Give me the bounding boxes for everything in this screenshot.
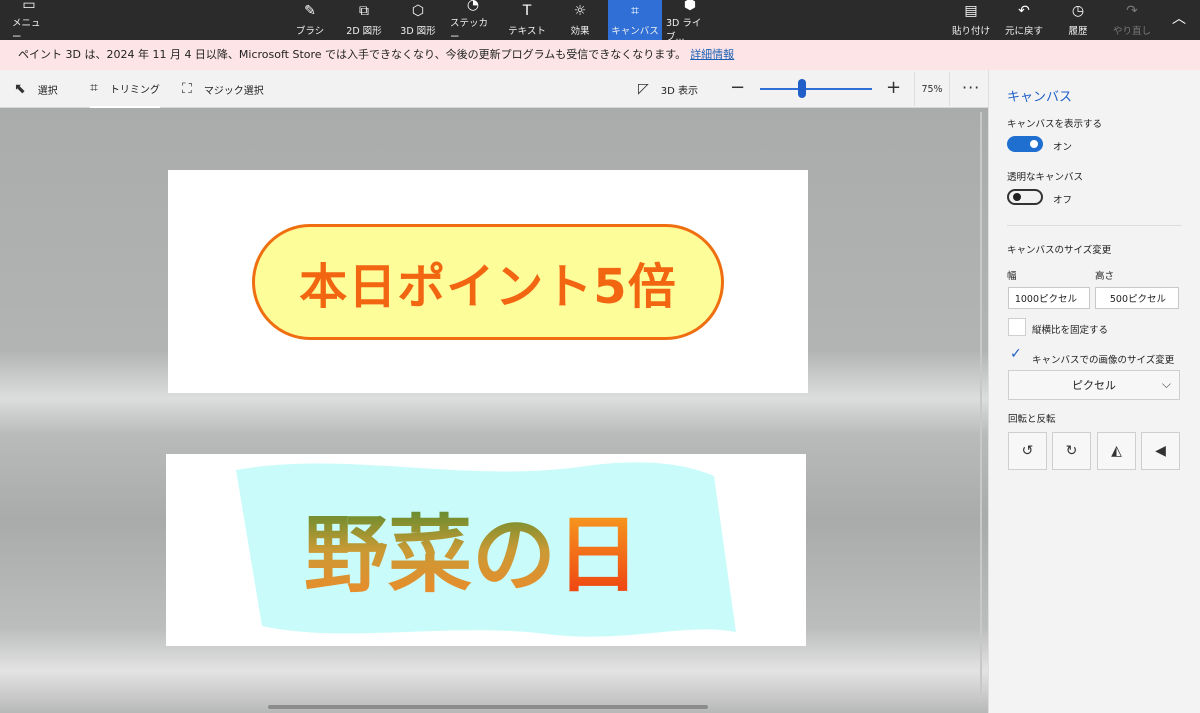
rotate-left-icon: ↺ [1021, 443, 1034, 459]
flip-vertical-icon: ◀ [1155, 443, 1166, 459]
canvas-image-2[interactable]: 野菜の日 [166, 454, 806, 646]
chevron-up-icon: ︿ [1172, 11, 1186, 27]
banner2-text: 野菜の日 [304, 506, 640, 604]
redo-icon: ↷ [1126, 2, 1138, 19]
redo-button[interactable]: ↷ やり直し [1112, 0, 1152, 40]
canvas-icon: ⌗ [631, 2, 639, 19]
zoom-out-button[interactable]: − [730, 78, 745, 98]
points-banner-text: 本日ポイント5倍 [299, 259, 677, 315]
resize-image-label: キャンバスでの画像のサイズ変更 [1032, 355, 1175, 366]
history-button[interactable]: ◷ 履歴 [1062, 0, 1094, 40]
clipboard-icon: ▤ [964, 2, 978, 19]
3d-view-toggle[interactable]: ◸ 3D 表示 [638, 70, 698, 108]
text-icon: T [522, 2, 532, 19]
shapes-2d-icon: ⧉ [359, 2, 369, 19]
width-label: 幅 [1007, 271, 1017, 282]
notice-details-link[interactable]: 詳細情報 [690, 48, 734, 61]
unit-select-value: ピクセル [1072, 379, 1116, 392]
chevron-down-icon: ⌵ [1161, 377, 1171, 391]
crop-tool[interactable]: ⌗ トリミング [90, 70, 160, 108]
view-3d-icon: ◸ [638, 81, 649, 97]
magic-select-icon: ⛶ [182, 81, 192, 97]
transparent-canvas-toggle[interactable] [1007, 189, 1043, 205]
folder-icon: ▭ [22, 0, 36, 13]
rotate-right-icon: ↻ [1065, 443, 1078, 459]
menu-button[interactable]: ▭ メニュー [12, 0, 46, 43]
zoom-slider-thumb[interactable] [798, 79, 806, 98]
flip-vertical-button[interactable]: ◀ [1141, 432, 1180, 470]
sticker-button[interactable]: ◔ ステッカー [450, 0, 496, 43]
lock-aspect-ratio-label: 縦横比を固定する [1032, 325, 1109, 336]
undo-button[interactable]: ↶ 元に戻す [1004, 0, 1044, 40]
undo-icon: ↶ [1018, 2, 1030, 19]
deprecation-notice: ペイント 3D は、2024 年 11 月 4 日以降、Microsoft St… [0, 40, 1200, 70]
select-tool[interactable]: ⬉ 選択 [14, 70, 58, 108]
horizontal-scrollbar[interactable] [268, 705, 708, 709]
rotate-right-button[interactable]: ↻ [1052, 432, 1091, 470]
height-label: 高さ [1095, 271, 1115, 282]
unit-select[interactable]: ピクセル ⌵ [1008, 370, 1180, 400]
library-icon: ⬢ [683, 0, 697, 13]
show-canvas-toggle[interactable] [1007, 136, 1043, 152]
canvas-button[interactable]: ⌗ キャンバス [608, 0, 662, 40]
rotate-left-button[interactable]: ↺ [1008, 432, 1047, 470]
show-canvas-state: オン [1053, 142, 1073, 153]
lock-aspect-ratio-checkbox[interactable] [1008, 318, 1026, 336]
paste-button[interactable]: ▤ 貼り付け [952, 0, 990, 40]
3d-library-button[interactable]: ⬢ 3D ライブ... [666, 0, 714, 43]
crop-icon: ⌗ [90, 80, 98, 96]
points-banner: 本日ポイント5倍 [252, 224, 724, 340]
transparent-canvas-state: オフ [1053, 195, 1073, 206]
vegetable-day-banner: 野菜の日 [236, 462, 736, 637]
vertical-scrollbar[interactable] [980, 112, 982, 702]
top-toolbar: ▭ メニュー ✎ ブラシ ⧉ 2D 図形 ⬡ 3D 図形 ◔ ステッカー T テ… [0, 0, 1200, 43]
flip-horizontal-icon: ◭ [1111, 443, 1122, 459]
resize-canvas-label: キャンバスのサイズ変更 [1007, 245, 1112, 256]
toggle-knob [1030, 140, 1038, 148]
panel-divider [1007, 225, 1182, 226]
transparent-canvas-label: 透明なキャンバス [1007, 172, 1084, 183]
effects-button[interactable]: ☼ 効果 [562, 0, 598, 40]
cube-icon: ⬡ [411, 2, 425, 19]
flip-horizontal-button[interactable]: ◭ [1097, 432, 1136, 470]
notice-message: ペイント 3D は、2024 年 11 月 4 日以降、Microsoft St… [18, 48, 687, 61]
collapse-toolbar-button[interactable]: ︿ [1168, 0, 1190, 40]
toggle-knob [1013, 193, 1021, 201]
zoom-level[interactable]: 75% [914, 72, 950, 106]
shapes-2d-button[interactable]: ⧉ 2D 図形 [342, 0, 386, 40]
zoom-slider-track[interactable] [760, 88, 872, 90]
canvas-image-1[interactable]: 本日ポイント5倍 [168, 170, 808, 393]
text-tool-button[interactable]: T テキスト [506, 0, 548, 40]
sticker-icon: ◔ [466, 0, 480, 13]
rotate-flip-label: 回転と反転 [1008, 414, 1056, 425]
brush-tool-button[interactable]: ✎ ブラシ [290, 0, 330, 40]
height-input[interactable]: 500ピクセル [1095, 287, 1179, 309]
brush-icon: ✎ [304, 2, 316, 19]
panel-title: キャンバス [1007, 90, 1073, 105]
check-icon[interactable]: ✓ [1010, 346, 1022, 362]
magic-select-tool[interactable]: ⛶ マジック選択 [182, 70, 264, 108]
shapes-3d-button[interactable]: ⬡ 3D 図形 [396, 0, 440, 40]
width-input[interactable]: 1000ピクセル [1008, 287, 1090, 309]
sun-icon: ☼ [573, 2, 587, 19]
show-canvas-label: キャンバスを表示する [1007, 119, 1103, 130]
more-options-button[interactable]: ··· [962, 78, 980, 97]
cursor-icon: ⬉ [14, 81, 26, 97]
zoom-in-button[interactable]: + [886, 78, 901, 98]
history-icon: ◷ [1071, 2, 1085, 19]
